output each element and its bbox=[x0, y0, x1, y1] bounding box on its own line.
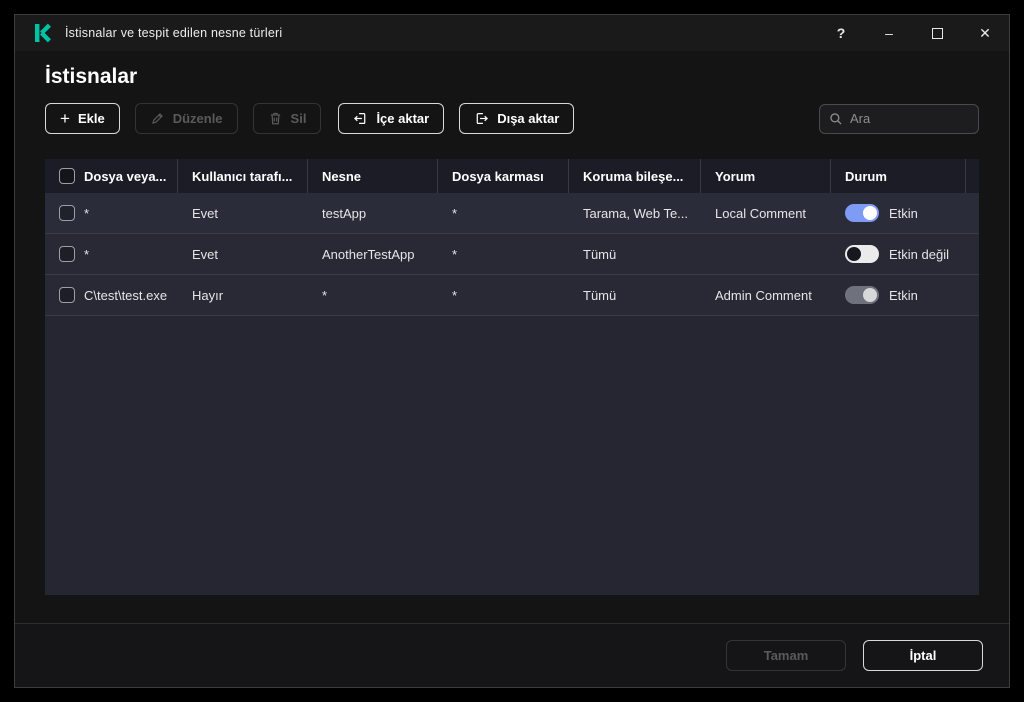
footer: Tamam İptal bbox=[15, 623, 1009, 687]
status-label: Etkin bbox=[889, 287, 918, 303]
toggle-knob bbox=[863, 288, 877, 302]
export-button[interactable]: Dışa aktar bbox=[459, 103, 575, 134]
trash-icon bbox=[268, 111, 283, 126]
import-button-label: İçe aktar bbox=[376, 111, 430, 126]
main-content: İstisnalar + Ekle Düzenle Sil İçe aktar … bbox=[15, 51, 1009, 623]
table-row[interactable]: * Evet AnotherTestApp * Tümü Etkin değil bbox=[45, 234, 979, 275]
cell-hash: * bbox=[452, 205, 458, 221]
toggle-knob bbox=[847, 247, 861, 261]
row-spacer bbox=[966, 234, 979, 274]
cell-object: testApp bbox=[322, 205, 367, 221]
maximize-button[interactable] bbox=[913, 15, 961, 51]
titlebar: İstisnalar ve tespit edilen nesne türler… bbox=[15, 15, 1009, 51]
toggle-knob bbox=[863, 206, 877, 220]
row-checkbox[interactable] bbox=[59, 205, 75, 221]
delete-button-label: Sil bbox=[290, 111, 307, 126]
search-icon bbox=[829, 112, 843, 126]
delete-button[interactable]: Sil bbox=[252, 103, 322, 134]
header-spacer bbox=[966, 159, 980, 193]
add-button[interactable]: + Ekle bbox=[45, 103, 120, 134]
status-toggle[interactable] bbox=[845, 286, 879, 304]
status-label: Etkin değil bbox=[889, 246, 949, 262]
exclusions-table: Dosya veya... Kullanıcı tarafı... Nesne … bbox=[45, 159, 979, 595]
cell-object: * bbox=[322, 287, 328, 303]
header-file: Dosya veya... bbox=[45, 159, 178, 193]
status-toggle[interactable] bbox=[845, 245, 879, 263]
cell-comment: Admin Comment bbox=[715, 287, 812, 303]
cell-user: Evet bbox=[192, 246, 219, 262]
cell-component: Tümü bbox=[583, 246, 617, 262]
table-row[interactable]: C\test\test.exe Hayır * * Tümü Admin Comment E… bbox=[45, 275, 979, 316]
pencil-icon bbox=[150, 111, 165, 126]
status-label: Etkin bbox=[889, 205, 918, 221]
header-component: Koruma bileşe... bbox=[569, 159, 701, 193]
import-button[interactable]: İçe aktar bbox=[338, 103, 445, 134]
table-body: * Evet testApp * Tarama, Web Te... Local Comm… bbox=[45, 193, 979, 595]
app-window: İstisnalar ve tespit edilen nesne türler… bbox=[14, 14, 1010, 688]
cell-object: AnotherTestApp bbox=[322, 246, 415, 262]
cell-hash: * bbox=[452, 287, 458, 303]
cancel-button[interactable]: İptal bbox=[863, 640, 983, 671]
export-icon bbox=[474, 111, 489, 126]
cell-component: Tarama, Web Te... bbox=[583, 205, 689, 221]
search-box bbox=[819, 103, 979, 134]
add-button-label: Ekle bbox=[77, 111, 105, 126]
window-title: İstisnalar ve tespit edilen nesne türler… bbox=[65, 26, 283, 40]
toolbar: + Ekle Düzenle Sil İçe aktar Dışa aktar … bbox=[45, 103, 979, 134]
window-controls: ? – ✕ bbox=[817, 15, 1009, 51]
page-title: İstisnalar bbox=[45, 65, 138, 88]
import-icon bbox=[353, 111, 368, 126]
help-button[interactable]: ? bbox=[817, 15, 865, 51]
row-spacer bbox=[966, 193, 979, 233]
row-spacer bbox=[966, 275, 979, 315]
header-hash: Dosya karması bbox=[438, 159, 569, 193]
cell-file: * bbox=[84, 246, 90, 262]
search-input[interactable] bbox=[850, 111, 969, 126]
cell-component: Tümü bbox=[583, 287, 617, 303]
header-comment: Yorum bbox=[701, 159, 831, 193]
ok-button[interactable]: Tamam bbox=[726, 640, 846, 671]
row-checkbox[interactable] bbox=[59, 287, 75, 303]
close-button[interactable]: ✕ bbox=[961, 15, 1009, 51]
kaspersky-logo-icon bbox=[33, 23, 53, 43]
table-row[interactable]: * Evet testApp * Tarama, Web Te... Local Comm… bbox=[45, 193, 979, 234]
cell-hash: * bbox=[452, 246, 458, 262]
cell-file: * bbox=[84, 205, 90, 221]
screen-background: İstisnalar ve tespit edilen nesne türler… bbox=[0, 0, 1024, 702]
export-button-label: Dışa aktar bbox=[497, 111, 560, 126]
cell-file: C\test\test.exe bbox=[84, 287, 168, 303]
select-all-checkbox[interactable] bbox=[59, 168, 75, 184]
cell-user: Hayır bbox=[192, 287, 224, 303]
table-header: Dosya veya... Kullanıcı tarafı... Nesne … bbox=[45, 159, 979, 193]
maximize-icon bbox=[931, 27, 943, 39]
plus-icon: + bbox=[60, 109, 70, 128]
row-checkbox[interactable] bbox=[59, 246, 75, 262]
minimize-button[interactable]: – bbox=[865, 15, 913, 51]
cell-comment: Local Comment bbox=[715, 205, 807, 221]
header-object: Nesne bbox=[308, 159, 438, 193]
header-user: Kullanıcı tarafı... bbox=[178, 159, 308, 193]
header-status: Durum bbox=[831, 159, 966, 193]
status-toggle[interactable] bbox=[845, 204, 879, 222]
edit-button[interactable]: Düzenle bbox=[134, 103, 238, 134]
cell-user: Evet bbox=[192, 205, 219, 221]
edit-button-label: Düzenle bbox=[172, 111, 223, 126]
